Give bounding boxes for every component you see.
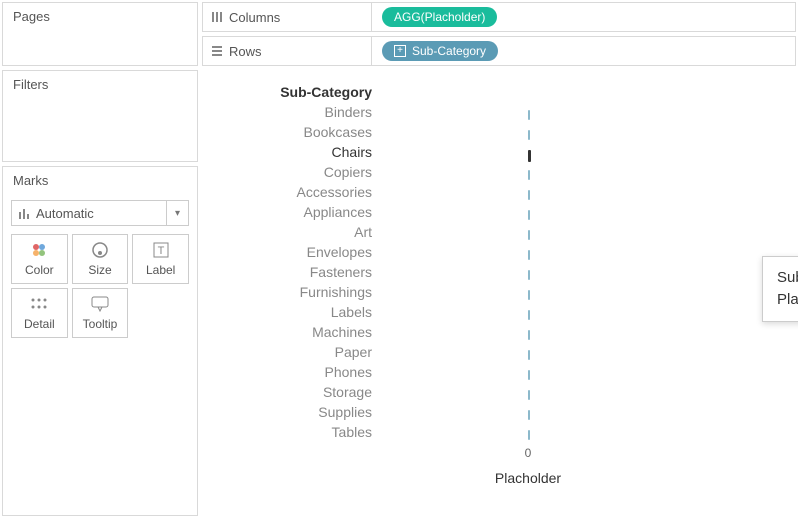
y-axis-item: Binders (212, 102, 372, 122)
columns-icon (211, 11, 223, 23)
y-axis-item: Supplies (212, 402, 372, 422)
bar-mark[interactable] (528, 330, 530, 340)
rows-shelf-label: Rows (229, 44, 262, 59)
pages-shelf-title: Pages (3, 3, 197, 30)
bar-mark[interactable] (528, 410, 530, 420)
bar-mark[interactable] (528, 190, 530, 200)
y-axis-item: Machines (212, 322, 372, 342)
y-axis-item: Fasteners (212, 262, 372, 282)
rows-pill-sub-category[interactable]: + Sub-Category (382, 41, 498, 61)
label-icon: T (153, 241, 169, 259)
bar-mark[interactable] (528, 270, 530, 280)
color-icon (31, 241, 47, 259)
y-axis-item: Chairs (212, 142, 372, 162)
marks-tooltip-button[interactable]: Tooltip (72, 288, 129, 338)
bar-mark[interactable] (528, 290, 530, 300)
columns-pill-agg-placholder[interactable]: AGG(Placholder) (382, 7, 497, 27)
y-axis-item: Appliances (212, 202, 372, 222)
rows-shelf[interactable]: Rows + Sub-Category (202, 36, 796, 66)
marks-size-button[interactable]: Size (72, 234, 129, 284)
bar-chart-icon (18, 206, 32, 220)
bar-mark[interactable] (528, 150, 531, 162)
bar-mark[interactable] (528, 350, 530, 360)
y-axis-item: Bookcases (212, 122, 372, 142)
tooltip-key-1: Sub-Category: (777, 267, 798, 289)
expand-icon[interactable]: + (394, 45, 406, 57)
y-axis-item: Paper (212, 342, 372, 362)
y-axis-item: Tables (212, 422, 372, 442)
svg-text:T: T (157, 245, 164, 257)
tooltip: Sub-Category: Chairs Placholder: 0 (762, 256, 798, 322)
mark-type-label: Automatic (36, 206, 94, 221)
y-axis-labels: Sub-Category BindersBookcasesChairsCopie… (212, 84, 378, 442)
x-axis-label: Placholder (495, 470, 561, 486)
marks-card: Marks Automatic ▾ (2, 166, 198, 516)
bar-mark[interactable] (528, 250, 530, 260)
y-axis-item: Storage (212, 382, 372, 402)
pages-shelf[interactable]: Pages (2, 2, 198, 66)
plot-area[interactable]: 0 Placholder (378, 84, 786, 442)
bar-mark[interactable] (528, 130, 530, 140)
bar-mark[interactable] (528, 170, 530, 180)
x-axis-tick: 0 (525, 446, 532, 460)
bar-mark[interactable] (528, 110, 530, 120)
tooltip-icon (91, 295, 109, 313)
mark-type-caret[interactable]: ▾ (166, 201, 188, 225)
y-axis-item: Copiers (212, 162, 372, 182)
bar-mark[interactable] (528, 430, 530, 440)
y-axis-header: Sub-Category (212, 84, 372, 100)
y-axis-item: Art (212, 222, 372, 242)
y-axis-item: Labels (212, 302, 372, 322)
detail-icon (30, 295, 48, 313)
columns-shelf[interactable]: Columns AGG(Placholder) (202, 2, 796, 32)
marks-color-button[interactable]: Color (11, 234, 68, 284)
bar-mark[interactable] (528, 370, 530, 380)
filters-shelf-title: Filters (3, 71, 197, 98)
mark-type-dropdown[interactable]: Automatic ▾ (11, 200, 189, 226)
columns-shelf-label: Columns (229, 10, 280, 25)
bar-mark[interactable] (528, 390, 530, 400)
y-axis-item: Accessories (212, 182, 372, 202)
y-axis-item: Furnishings (212, 282, 372, 302)
rows-icon (211, 45, 223, 57)
marks-detail-button[interactable]: Detail (11, 288, 68, 338)
marks-card-title: Marks (3, 167, 197, 194)
filters-shelf[interactable]: Filters (2, 70, 198, 162)
marks-label-button[interactable]: T Label (132, 234, 189, 284)
y-axis-item: Phones (212, 362, 372, 382)
y-axis-item: Envelopes (212, 242, 372, 262)
bar-mark[interactable] (528, 210, 530, 220)
tooltip-key-2: Placholder: (777, 289, 798, 311)
bar-mark[interactable] (528, 230, 530, 240)
visualization-area[interactable]: Sub-Category BindersBookcasesChairsCopie… (202, 70, 796, 516)
size-icon (91, 241, 109, 259)
bar-mark[interactable] (528, 310, 530, 320)
